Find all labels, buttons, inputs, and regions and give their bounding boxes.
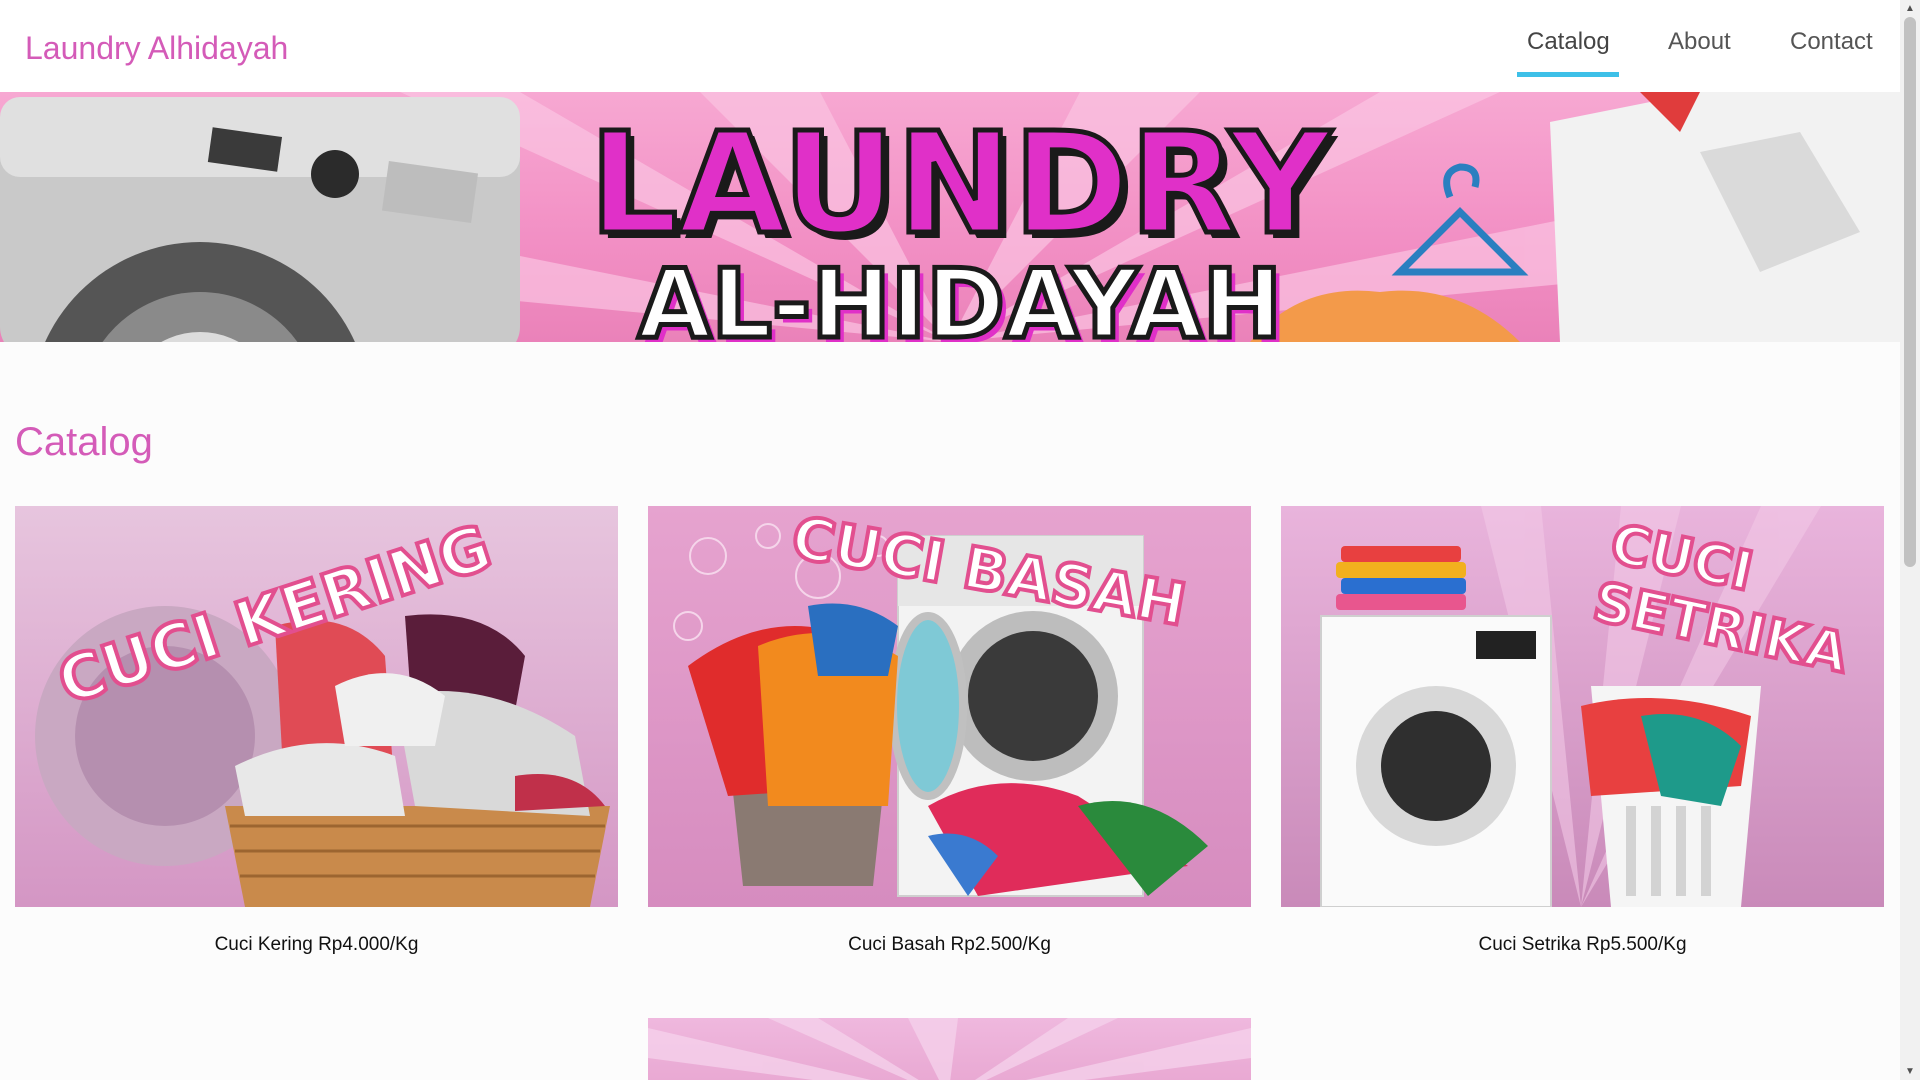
catalog-caption: Cuci Setrika Rp5.500/Kg [1478,934,1687,955]
catalog-card-partial[interactable] [648,1018,1251,1080]
hero-title: LAUNDRY LAUNDRY AL-HIDAYAH AL-HIDAYAH [587,101,1339,343]
scrollbar-thumb[interactable] [1904,17,1916,567]
catalog-image-cuci-kering: CUCI KERING [15,506,618,907]
brand-logo-link[interactable]: Laundry Alhidayah [25,30,288,67]
vertical-scrollbar[interactable]: ▲ ▼ [1900,0,1920,1080]
catalog-image-cuci-setrika: CUCI SETRIKA [1281,506,1884,907]
nav-active-indicator [1517,72,1619,77]
nav-link-catalog[interactable]: Catalog [1527,28,1610,56]
catalog-image-cuci-basah: CUCI BASAH [648,506,1251,907]
nav-link-about[interactable]: About [1668,28,1731,56]
catalog-caption: Cuci Kering Rp4.000/Kg [214,934,419,955]
navbar: Laundry Alhidayah Catalog About Contact [0,0,1900,92]
washing-machine-illustration [0,97,520,342]
catalog-card-cuci-kering[interactable]: CUCI KERING Cuci Kering Rp4.000/Kg [15,506,618,956]
catalog-caption: Cuci Basah Rp2.500/Kg [848,934,1051,955]
catalog-card-cuci-basah[interactable]: CUCI BASAH Cuci Basah Rp2.500/Kg [648,506,1251,956]
scroll-down-arrow-icon[interactable]: ▼ [1900,1063,1920,1080]
scroll-up-arrow-icon[interactable]: ▲ [1900,0,1920,17]
main-content: Laundry Alhidayah Catalog About Contact [0,0,1900,1080]
catalog-section-title: Catalog [15,420,153,464]
catalog-card-cuci-setrika[interactable]: CUCI SETRIKA Cuci Setrika Rp5.500/Kg [1281,506,1884,956]
page: Laundry Alhidayah Catalog About Contact [0,0,1920,1080]
hero-banner: LAUNDRY LAUNDRY AL-HIDAYAH AL-HIDAYAH [0,92,1900,342]
nav-link-contact[interactable]: Contact [1790,28,1873,56]
svg-text:LAUNDRY: LAUNDRY [589,103,1332,266]
svg-text:AL-HIDAYAH: AL-HIDAYAH [638,250,1282,342]
